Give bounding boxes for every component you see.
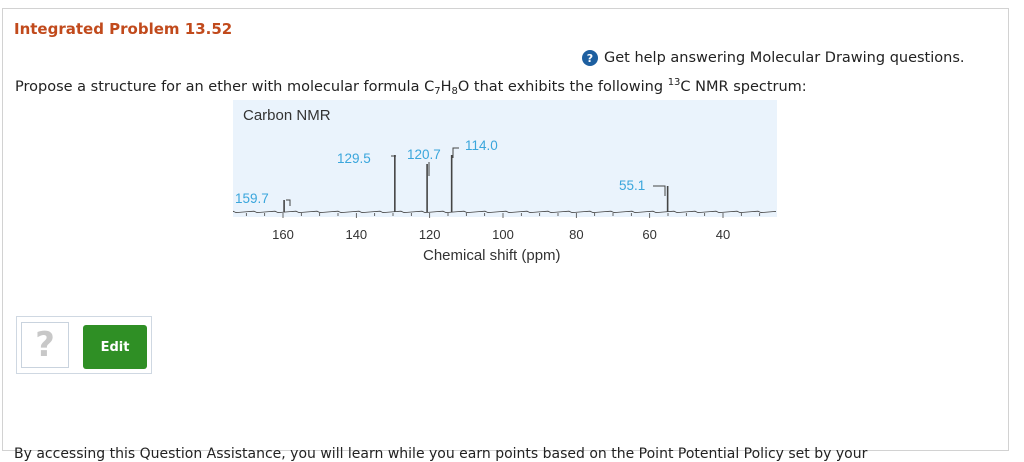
- edit-button[interactable]: Edit: [83, 325, 147, 369]
- nmr-peak-label: 159.7: [235, 191, 269, 206]
- nmr-xaxis-label: Chemical shift (ppm): [423, 247, 561, 264]
- prompt-text: O that exhibits the following: [457, 79, 668, 95]
- help-link[interactable]: ? Get help answering Molecular Drawing q…: [582, 50, 965, 66]
- nmr-tick-label: 160: [272, 227, 294, 242]
- nmr-tick-label: 40: [716, 227, 730, 242]
- empty-answer-placeholder[interactable]: ?: [21, 322, 69, 368]
- prompt-text: Propose a structure for an ether with mo…: [15, 79, 435, 95]
- nmr-tick-label: 140: [345, 227, 367, 242]
- nmr-baseline: [233, 210, 777, 213]
- nmr-peak-leader: [286, 199, 291, 206]
- nmr-tick-label: 80: [569, 227, 583, 242]
- prompt-superscript: 13: [667, 77, 681, 88]
- nmr-peak-label: 120.7: [407, 147, 441, 162]
- nmr-peak-leader: [452, 147, 459, 158]
- prompt-text: H: [440, 79, 452, 95]
- nmr-peak-label: 129.5: [337, 151, 371, 166]
- nmr-tick-label: 100: [492, 227, 514, 242]
- answer-area: ? Edit: [16, 316, 152, 374]
- help-link-text[interactable]: Get help answering Molecular Drawing que…: [604, 50, 965, 66]
- nmr-tick-label: 60: [642, 227, 656, 242]
- nmr-peak-label: 114.0: [465, 138, 498, 153]
- question-circle-icon: ?: [582, 50, 598, 66]
- nmr-spectrum: Carbon NMR 160 140 120 100 80 60 40 159.7 129.5 1…: [233, 100, 777, 275]
- nmr-peak-label: 55.1: [619, 178, 645, 193]
- prompt-text: C NMR spectrum:: [680, 79, 807, 95]
- problem-title: Integrated Problem 13.52: [14, 20, 233, 38]
- nmr-peak-leader: [653, 185, 666, 196]
- question-prompt: Propose a structure for an ether with mo…: [15, 77, 807, 97]
- footer-text: By accessing this Question Assistance, y…: [14, 446, 868, 462]
- nmr-tick-label: 120: [419, 227, 441, 242]
